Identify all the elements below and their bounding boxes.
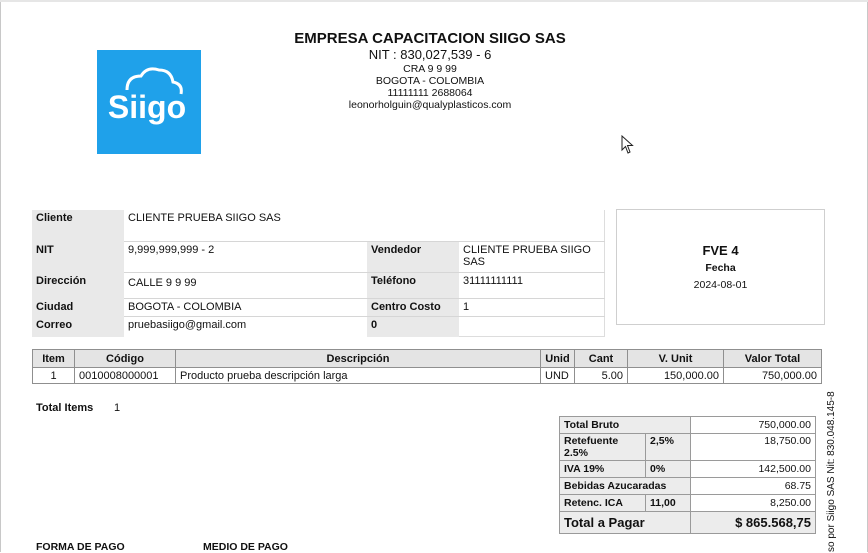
- table-row: 1 0010008000001 Producto prueba descripc…: [32, 367, 822, 384]
- col-cant: Cant: [574, 349, 628, 368]
- iva-value: 142,500.00: [690, 460, 816, 478]
- col-valor-total: Valor Total: [723, 349, 822, 368]
- cell-valor-total: 750,000.00: [723, 367, 822, 384]
- col-descripcion: Descripción: [175, 349, 541, 368]
- col-item: Item: [32, 349, 75, 368]
- ica-value: 8,250.00: [690, 494, 816, 512]
- bebidas-value: 68.75: [690, 477, 816, 495]
- totals-table: Total Bruto 750,000.00 Retefuente 2.5% 2…: [559, 416, 816, 534]
- zero-label: 0: [367, 317, 459, 337]
- row-divider: [124, 298, 605, 299]
- cliente-label: Cliente: [32, 210, 124, 242]
- invoice-date: 2024-08-01: [693, 279, 748, 291]
- totals-row: Bebidas Azucaradas 68.75: [559, 477, 816, 495]
- cell-descripcion: Producto prueba descripción larga: [175, 367, 541, 384]
- totals-row: Total Bruto 750,000.00: [559, 416, 816, 434]
- empty-value: [459, 317, 605, 337]
- correo-value: pruebasiigo@gmail.com: [124, 317, 367, 337]
- correo-label: Correo: [32, 317, 124, 337]
- company-name: EMPRESA CAPACITACION SIIGO SAS: [294, 30, 566, 47]
- ica-rate: 11,00: [645, 494, 691, 512]
- vendedor-value: CLIENTE PRUEBA SIIGO SAS: [459, 242, 605, 273]
- total-bruto-value: 750,000.00: [690, 416, 816, 434]
- items-table: Item Código Descripción Unid Cant V. Uni…: [32, 349, 822, 384]
- vertical-provider-text: so por Siigo SAS Nit: 830.048.145-8: [826, 391, 837, 552]
- nit-label: NIT: [32, 242, 124, 273]
- cell-cant: 5.00: [574, 367, 628, 384]
- telefono-label: Teléfono: [367, 273, 459, 299]
- ica-label: Retenc. ICA: [559, 494, 646, 512]
- forma-pago-label: FORMA DE PAGO: [36, 541, 125, 553]
- centro-costo-label: Centro Costo: [367, 299, 459, 317]
- ciudad-label: Ciudad: [32, 299, 124, 317]
- total-items-value: 1: [114, 402, 121, 414]
- direccion-label: Dirección: [32, 273, 124, 299]
- total-items-label: Total Items: [36, 402, 94, 414]
- col-vunit: V. Unit: [627, 349, 724, 368]
- mouse-cursor-icon: [621, 135, 634, 154]
- col-unid: Unid: [540, 349, 575, 368]
- company-phones: 11111111 2688064: [387, 87, 473, 99]
- total-pagar-label: Total a Pagar: [559, 511, 691, 534]
- centro-costo-value: 1: [459, 299, 605, 317]
- company-city: BOGOTA - COLOMBIA: [375, 75, 485, 87]
- retefuente-rate: 2,5%: [645, 433, 691, 461]
- totals-row: Retefuente 2.5% 2,5% 18,750.00: [559, 433, 816, 461]
- iva-rate: 0%: [645, 460, 691, 478]
- direccion-value: CALLE 9 9 99: [124, 273, 367, 299]
- row-divider: [124, 316, 605, 317]
- vendedor-label: Vendedor: [367, 242, 459, 273]
- svg-text:Siigo: Siigo: [108, 89, 186, 125]
- medio-pago-label: MEDIO DE PAGO: [203, 541, 288, 553]
- telefono-value: 31111111111: [459, 273, 605, 299]
- nit-value: 9,999,999,999 - 2: [124, 242, 367, 273]
- totals-row: IVA 19% 0% 142,500.00: [559, 460, 816, 478]
- retefuente-label: Retefuente 2.5%: [559, 433, 646, 461]
- retefuente-value: 18,750.00: [690, 433, 816, 461]
- company-nit: NIT : 830,027,539 - 6: [368, 47, 492, 62]
- invoice-number: FVE 4: [702, 243, 739, 258]
- company-email: leonorholguin@qualyplasticos.com: [348, 99, 512, 111]
- total-pagar-row: Total a Pagar $ 865.568,75: [559, 511, 816, 534]
- cell-codigo: 0010008000001: [74, 367, 176, 384]
- total-bruto-label: Total Bruto: [559, 416, 691, 434]
- cell-item: 1: [32, 367, 75, 384]
- invoice-box: FVE 4 Fecha 2024-08-01: [616, 209, 825, 325]
- row-divider: [124, 272, 605, 273]
- top-border: [0, 0, 868, 2]
- totals-row: Retenc. ICA 11,00 8,250.00: [559, 494, 816, 512]
- iva-label: IVA 19%: [559, 460, 646, 478]
- cell-vunit: 150,000.00: [627, 367, 724, 384]
- col-codigo: Código: [74, 349, 176, 368]
- invoice-date-label: Fecha: [705, 262, 736, 274]
- ciudad-value: BOGOTA - COLOMBIA: [124, 299, 367, 317]
- cell-unid: UND: [540, 367, 575, 384]
- company-address: CRA 9 9 99: [403, 63, 457, 75]
- row-divider: [124, 241, 605, 242]
- total-pagar-value: $ 865.568,75: [690, 511, 816, 534]
- bebidas-label: Bebidas Azucaradas: [559, 477, 691, 495]
- cliente-value: CLIENTE PRUEBA SIIGO SAS: [124, 210, 605, 242]
- company-logo: Siigo: [97, 50, 201, 154]
- items-header-row: Item Código Descripción Unid Cant V. Uni…: [32, 349, 822, 368]
